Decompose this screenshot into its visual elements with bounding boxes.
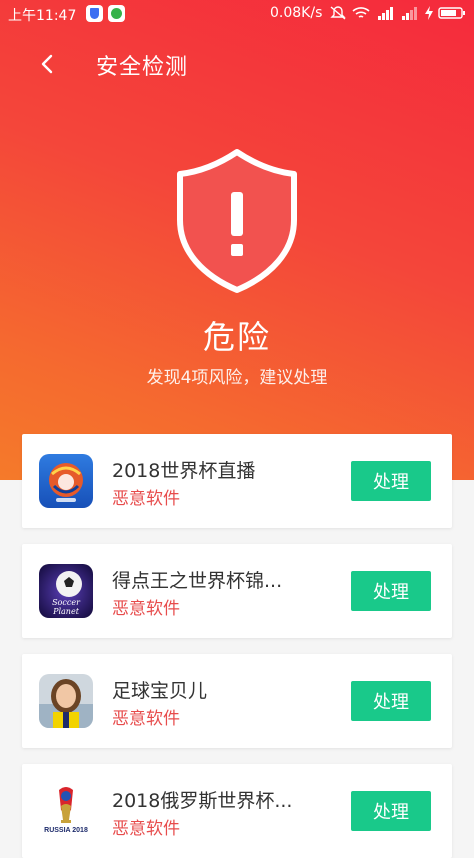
app-name: 得点王之世界杯锦...: [112, 570, 283, 592]
malware-tag: 恶意软件: [112, 599, 180, 619]
message-notification-icon: [108, 5, 125, 22]
app-name: 2018世界杯直播: [112, 460, 256, 482]
handle-button[interactable]: 处理: [351, 461, 431, 501]
handle-button[interactable]: 处理: [351, 791, 431, 831]
soccer-girl-avatar-icon: [39, 674, 93, 728]
security-shield-notification-icon: [86, 5, 103, 22]
soccer-planet-icon: Soccer Planet: [39, 564, 93, 618]
wifi-icon: [352, 7, 370, 18]
handle-button[interactable]: 处理: [351, 681, 431, 721]
page-title: 安全检测: [96, 55, 189, 80]
network-speed: 0.08K/s: [270, 5, 323, 21]
soccer-planet-logo-text: Soccer: [52, 598, 81, 607]
risk-app-card: 足球宝贝儿 恶意软件 处理: [22, 654, 452, 748]
app-name: 2018俄罗斯世界杯...: [112, 790, 293, 812]
svg-text:Planet: Planet: [52, 607, 80, 616]
russia-2018-logo-text: RUSSIA 2018: [44, 827, 88, 834]
risk-app-card: Soccer Planet 得点王之世界杯锦... 恶意软件 处理: [22, 544, 452, 638]
malware-tag: 恶意软件: [112, 819, 180, 839]
risk-status-title: 危险: [202, 318, 271, 356]
back-arrow-icon: [41, 54, 53, 74]
risk-app-card: RUSSIA 2018 2018俄罗斯世界杯... 恶意软件 处理: [22, 764, 452, 858]
signal-icon: [378, 7, 393, 20]
status-time: 上午11:47: [8, 8, 77, 24]
russia-2018-logo-icon: RUSSIA 2018: [39, 784, 93, 838]
signal-icon-2: [402, 7, 417, 20]
malware-tag: 恶意软件: [112, 709, 180, 729]
world-cup-ball-icon: [39, 454, 93, 508]
risk-app-card: 2018世界杯直播 恶意软件 处理: [22, 434, 452, 528]
charging-icon: [425, 6, 433, 20]
handle-button[interactable]: 处理: [351, 571, 431, 611]
battery-icon: [438, 7, 465, 19]
back-button[interactable]: [30, 48, 66, 80]
malware-tag: 恶意软件: [112, 489, 180, 509]
status-bar: 上午11:47 0.08K/s: [0, 0, 474, 28]
danger-shield-icon: [176, 148, 298, 294]
app-name: 足球宝贝儿: [112, 680, 208, 702]
mute-icon: [330, 6, 346, 20]
risk-summary-message: 发现4项风险，建议处理: [146, 368, 328, 388]
